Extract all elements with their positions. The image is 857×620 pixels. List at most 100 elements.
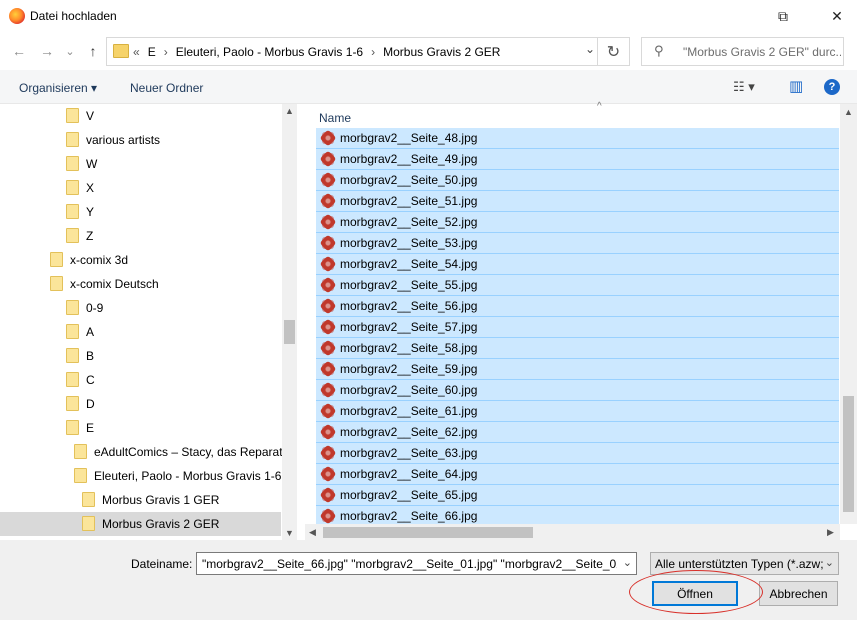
tree-item[interactable]: Morbus Gravis 1 GER <box>0 488 281 512</box>
file-row[interactable]: morbgrav2__Seite_56.jpg <box>316 296 839 317</box>
tree-item[interactable]: Eleuteri, Paolo - Morbus Gravis 1-6 <box>0 464 281 488</box>
file-list-scroll-thumb[interactable] <box>843 396 854 512</box>
file-name: morbgrav2__Seite_49.jpg <box>340 152 478 166</box>
tree-item-label: various artists <box>86 133 161 147</box>
file-row[interactable]: morbgrav2__Seite_64.jpg <box>316 464 839 485</box>
file-row[interactable]: morbgrav2__Seite_60.jpg <box>316 380 839 401</box>
back-arrow-icon[interactable]: ← <box>8 39 30 63</box>
tree-item[interactable]: 0-9 <box>0 296 281 320</box>
scroll-up-icon[interactable]: ▲ <box>282 106 297 116</box>
file-list-scrollbar[interactable]: ▲ <box>840 104 857 524</box>
address-dropdown-icon[interactable]: ⌄ <box>585 42 595 56</box>
tree-item[interactable]: C <box>0 368 281 392</box>
file-row[interactable]: morbgrav2__Seite_49.jpg <box>316 149 839 170</box>
tree-item-label: B <box>86 349 95 363</box>
file-list-hscrollbar[interactable]: ◀ ▶ <box>305 524 840 540</box>
image-file-icon <box>320 277 336 293</box>
tree-item-label: X <box>86 181 95 195</box>
folder-icon <box>74 468 87 483</box>
up-arrow-icon[interactable]: ↑ <box>83 39 103 63</box>
file-row[interactable]: morbgrav2__Seite_62.jpg <box>316 422 839 443</box>
tree-item[interactable]: x-comix Deutsch <box>0 272 281 296</box>
image-file-icon <box>320 172 336 188</box>
scroll-left-icon[interactable]: ◀ <box>309 527 316 538</box>
breadcrumb-separator[interactable]: › <box>164 45 168 59</box>
file-row[interactable]: morbgrav2__Seite_58.jpg <box>316 338 839 359</box>
tree-item[interactable]: D <box>0 392 281 416</box>
tree-item-label: Y <box>86 205 95 219</box>
image-file-icon <box>320 487 336 503</box>
tree-item[interactable]: Morbus Gravis 2 GER <box>0 512 281 536</box>
view-options-icon[interactable]: ☷ ▾ <box>733 79 755 95</box>
forward-arrow-icon[interactable]: → <box>36 39 58 63</box>
breadcrumb-overflow[interactable]: « <box>133 45 140 59</box>
file-type-value[interactable]: Alle unterstützten Typen (*.azw; <box>655 557 823 571</box>
tree-scrollbar[interactable]: ▲ ▼ <box>282 104 297 540</box>
file-row[interactable]: morbgrav2__Seite_50.jpg <box>316 170 839 191</box>
folder-icon <box>66 420 79 435</box>
tree-scroll-thumb[interactable] <box>284 320 295 344</box>
file-row[interactable]: morbgrav2__Seite_51.jpg <box>316 191 839 212</box>
cancel-button[interactable]: Abbrechen <box>759 581 838 606</box>
breadcrumb-item-morbus-gravis-2[interactable]: Morbus Gravis 2 GER <box>383 45 500 59</box>
search-icon: ⚲ <box>654 43 664 58</box>
breadcrumb-separator[interactable]: › <box>371 45 375 59</box>
filename-field[interactable]: "morbgrav2__Seite_66.jpg" "morbgrav2__Se… <box>196 552 637 575</box>
close-button[interactable]: ✕ <box>817 0 857 32</box>
tree-item[interactable]: B <box>0 344 281 368</box>
refresh-icon[interactable]: ↻ <box>597 38 629 65</box>
restore-icon[interactable]: ⧉ <box>760 0 806 32</box>
file-row[interactable]: morbgrav2__Seite_53.jpg <box>316 233 839 254</box>
tree-item[interactable]: eAdultComics – Stacy, das Reparatur <box>0 440 293 464</box>
recent-locations-icon[interactable]: ⌄ <box>62 39 78 63</box>
file-row[interactable]: morbgrav2__Seite_52.jpg <box>316 212 839 233</box>
file-name: morbgrav2__Seite_58.jpg <box>340 341 478 355</box>
file-row[interactable]: morbgrav2__Seite_61.jpg <box>316 401 839 422</box>
file-name: morbgrav2__Seite_60.jpg <box>340 383 478 397</box>
tree-item[interactable]: W <box>0 152 281 176</box>
tree-item[interactable]: V <box>0 104 281 128</box>
column-header-name[interactable]: Name <box>319 111 351 125</box>
tree-item[interactable]: Y <box>0 200 281 224</box>
file-row[interactable]: morbgrav2__Seite_63.jpg <box>316 443 839 464</box>
folder-icon <box>66 204 79 219</box>
address-bar[interactable]: « E › Eleuteri, Paolo - Morbus Gravis 1-… <box>106 37 630 66</box>
file-row[interactable]: morbgrav2__Seite_59.jpg <box>316 359 839 380</box>
breadcrumb-item-e[interactable]: E <box>148 45 156 59</box>
tree-item[interactable]: E <box>0 416 281 440</box>
chevron-down-icon[interactable]: ⌄ <box>623 556 632 569</box>
scroll-up-icon[interactable]: ▲ <box>844 107 853 117</box>
search-input[interactable]: ⚲ "Morbus Gravis 2 GER" durc... <box>641 37 844 66</box>
tree-item[interactable]: x-comix 3d <box>0 248 281 272</box>
chevron-down-icon[interactable]: ⌄ <box>825 556 834 569</box>
tree-item-label: Eleuteri, Paolo - Morbus Gravis 1-6 <box>94 469 282 483</box>
firefox-icon <box>9 8 25 24</box>
file-row[interactable]: morbgrav2__Seite_65.jpg <box>316 485 839 506</box>
tree-item[interactable]: A <box>0 320 281 344</box>
filename-label: Dateiname: <box>131 557 193 571</box>
tree-item-label: Morbus Gravis 2 GER <box>102 517 220 531</box>
file-row[interactable]: morbgrav2__Seite_57.jpg <box>316 317 839 338</box>
tree-item-label: V <box>86 109 95 123</box>
organize-button[interactable]: Organisieren ▾ <box>19 81 97 95</box>
file-name: morbgrav2__Seite_51.jpg <box>340 194 478 208</box>
tree-item[interactable]: X <box>0 176 281 200</box>
new-folder-button[interactable]: Neuer Ordner <box>130 81 203 95</box>
breadcrumb-item-eleuteri[interactable]: Eleuteri, Paolo - Morbus Gravis 1-6 <box>176 45 363 59</box>
image-file-icon <box>320 214 336 230</box>
file-row[interactable]: morbgrav2__Seite_54.jpg <box>316 254 839 275</box>
search-placeholder: "Morbus Gravis 2 GER" durc... <box>683 45 841 59</box>
image-file-icon <box>320 151 336 167</box>
file-row[interactable]: morbgrav2__Seite_48.jpg <box>316 128 839 149</box>
file-row[interactable]: morbgrav2__Seite_55.jpg <box>316 275 839 296</box>
help-icon[interactable]: ? <box>824 79 840 95</box>
scroll-right-icon[interactable]: ▶ <box>827 527 834 538</box>
image-file-icon <box>320 361 336 377</box>
tree-item[interactable]: various artists <box>0 128 281 152</box>
tree-item[interactable]: Z <box>0 224 281 248</box>
filename-value[interactable]: "morbgrav2__Seite_66.jpg" "morbgrav2__Se… <box>202 557 617 571</box>
preview-pane-icon[interactable]: ▥ <box>789 77 803 95</box>
scroll-down-icon[interactable]: ▼ <box>282 528 297 538</box>
file-list-hscroll-thumb[interactable] <box>323 527 533 538</box>
file-name: morbgrav2__Seite_53.jpg <box>340 236 478 250</box>
